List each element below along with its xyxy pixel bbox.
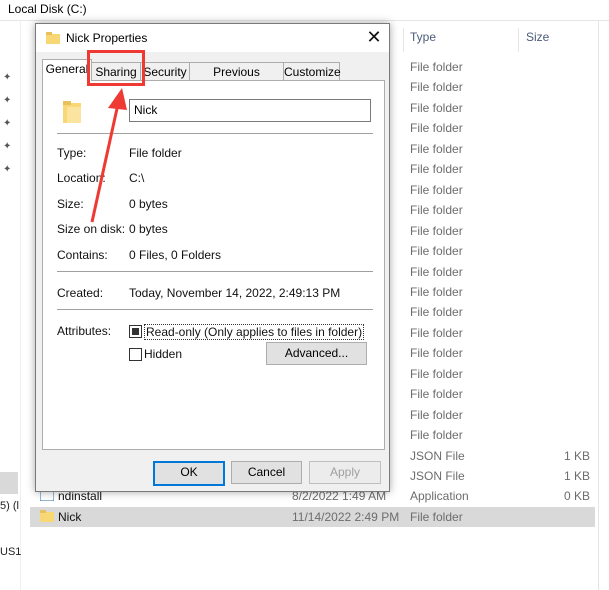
arrow-head	[108, 88, 127, 110]
annotation-arrow	[90, 88, 127, 223]
arrow-shaft	[90, 103, 120, 223]
